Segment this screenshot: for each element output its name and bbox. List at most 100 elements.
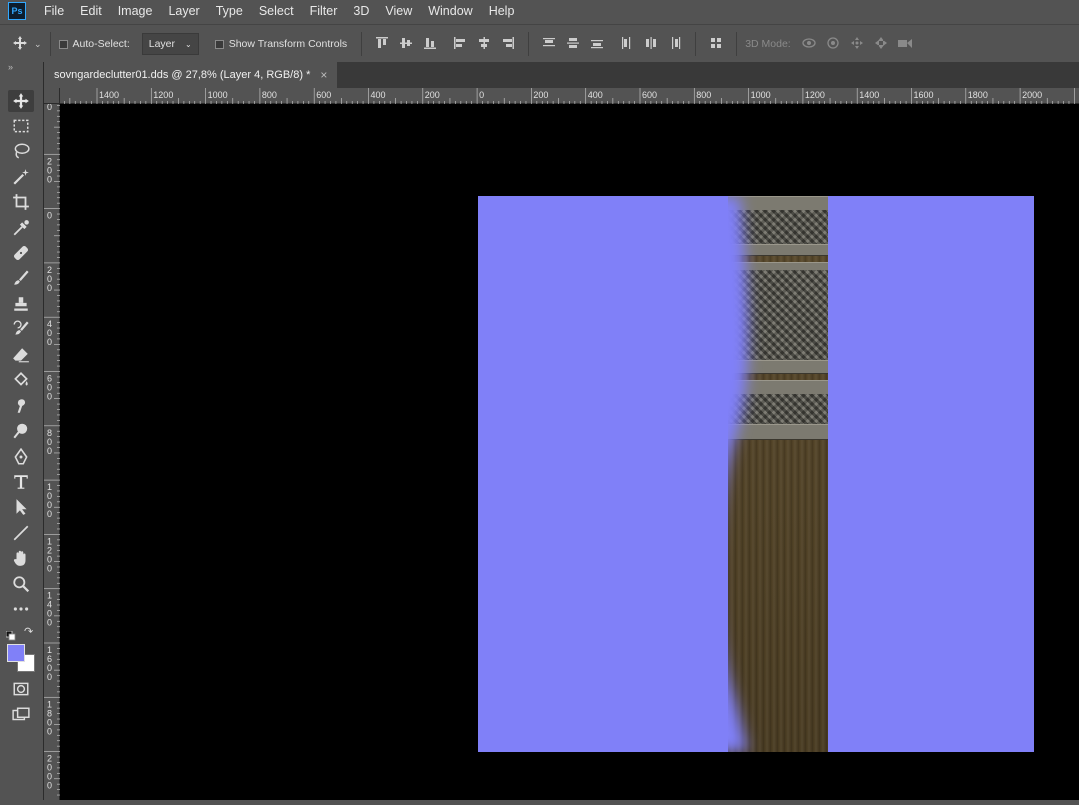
show-transform-checkbox[interactable] — [214, 39, 224, 49]
menu-bar: Ps File Edit Image Layer Type Select Fil… — [0, 0, 1079, 22]
align-top-icon[interactable] — [370, 36, 394, 53]
eraser-tool-icon[interactable] — [8, 344, 34, 366]
distribute-bottom-icon[interactable] — [585, 36, 609, 53]
chevron-down-icon[interactable]: ⌄ — [34, 39, 42, 50]
auto-select-value: Layer — [148, 38, 176, 50]
menu-image[interactable]: Image — [110, 0, 161, 22]
lasso-tool-icon[interactable] — [8, 140, 34, 162]
ruler-label: 1000 — [208, 90, 228, 100]
auto-select-dropdown[interactable]: Layer ⌄ — [141, 33, 199, 55]
3d-mode-label: 3D Mode: — [745, 38, 791, 50]
crop-tool-icon[interactable] — [8, 191, 34, 213]
ruler-label: 1400 — [47, 591, 52, 628]
canvas-area[interactable] — [60, 104, 1079, 800]
swap-colors-icon[interactable]: ↷ — [24, 625, 33, 638]
ruler-label: 1600 — [914, 90, 934, 100]
type-tool-icon[interactable] — [8, 471, 34, 493]
align-bottom-icon[interactable] — [418, 36, 442, 53]
ruler-label: 400 — [47, 319, 52, 347]
ruler-label: 400 — [371, 90, 386, 100]
history-brush-tool-icon[interactable] — [8, 318, 34, 340]
hand-tool-icon[interactable] — [8, 547, 34, 569]
distribute-horizontal-center-icon[interactable] — [639, 36, 663, 53]
dodge-tool-icon[interactable] — [8, 420, 34, 442]
line-tool-icon[interactable] — [8, 522, 34, 544]
menu-window[interactable]: Window — [420, 0, 480, 22]
move-tool-icon[interactable] — [8, 90, 34, 112]
brush-tool-icon[interactable] — [8, 267, 34, 289]
menu-filter[interactable]: Filter — [302, 0, 346, 22]
move-tool-preset-icon[interactable] — [8, 35, 32, 54]
auto-select-checkbox[interactable] — [58, 39, 68, 49]
zoom-tool-icon[interactable] — [8, 573, 34, 595]
ruler-label: 1200 — [805, 90, 825, 100]
pan-3d-icon[interactable] — [845, 36, 869, 53]
collapse-panel-icon[interactable]: » — [8, 62, 13, 72]
roll-3d-icon[interactable] — [821, 36, 845, 53]
quick-mask-icon[interactable] — [8, 678, 34, 700]
scale-3d-icon[interactable] — [893, 36, 917, 52]
ruler-label: 0 — [47, 104, 52, 112]
ruler-label: 800 — [696, 90, 711, 100]
ruler-label: 0 — [47, 211, 52, 221]
photoshop-logo-icon[interactable]: Ps — [8, 2, 26, 20]
default-colors-icon[interactable] — [5, 628, 16, 641]
show-transform-label: Show Transform Controls — [228, 38, 348, 50]
clone-stamp-tool-icon[interactable] — [8, 293, 34, 315]
menu-edit[interactable]: Edit — [72, 0, 110, 22]
auto-align-layers-icon[interactable] — [704, 36, 728, 53]
more-tools-icon[interactable] — [8, 598, 34, 620]
menu-select[interactable]: Select — [251, 0, 302, 22]
distribute-vertical-center-icon[interactable] — [561, 36, 585, 53]
ruler-label: 1800 — [47, 699, 52, 736]
divider — [736, 32, 738, 56]
document-tab[interactable]: sovngardeclutter01.dds @ 27,8% (Layer 4,… — [44, 62, 338, 88]
ruler-label: 2000 — [47, 754, 52, 791]
align-left-icon[interactable] — [448, 36, 472, 53]
ruler-label: 200 — [533, 90, 548, 100]
ruler-label: 200 — [425, 90, 440, 100]
menu-file[interactable]: File — [36, 0, 72, 22]
ruler-label: 1800 — [968, 90, 988, 100]
distribute-top-icon[interactable] — [537, 36, 561, 53]
slide-3d-icon[interactable] — [869, 36, 893, 53]
eyedropper-tool-icon[interactable] — [8, 217, 34, 239]
ruler-label: 1200 — [47, 536, 52, 573]
ruler-label: 1200 — [153, 90, 173, 100]
align-vertical-center-icon[interactable] — [394, 36, 418, 53]
close-icon[interactable]: × — [320, 68, 327, 82]
path-selection-tool-icon[interactable] — [8, 496, 34, 518]
menu-help[interactable]: Help — [481, 0, 523, 22]
vertical-ruler[interactable]: 0200020040060080010001200140016001800200… — [44, 102, 60, 800]
pen-tool-icon[interactable] — [8, 446, 34, 468]
ruler-origin[interactable] — [44, 88, 60, 104]
document-tab-bar: sovngardeclutter01.dds @ 27,8% (Layer 4,… — [44, 62, 1079, 88]
auto-select-label: Auto-Select: — [72, 38, 130, 50]
magic-wand-tool-icon[interactable] — [8, 166, 34, 188]
distribute-left-icon[interactable] — [615, 36, 639, 53]
marquee-tool-icon[interactable] — [8, 115, 34, 137]
orbit-3d-icon[interactable] — [797, 36, 821, 53]
document-canvas[interactable] — [478, 196, 1034, 752]
ruler-label: 0 — [479, 90, 484, 100]
distribute-right-icon[interactable] — [663, 36, 687, 53]
foreground-color-swatch[interactable] — [7, 644, 25, 662]
divider — [695, 32, 697, 56]
ruler-label: 1000 — [47, 482, 52, 519]
screen-mode-icon[interactable] — [8, 704, 34, 726]
tools-panel: » ↷ — [0, 62, 44, 800]
menu-3d[interactable]: 3D — [345, 0, 377, 22]
smudge-tool-icon[interactable] — [8, 395, 34, 417]
paint-bucket-tool-icon[interactable] — [8, 369, 34, 391]
menu-type[interactable]: Type — [208, 0, 251, 22]
align-horizontal-center-icon[interactable] — [472, 36, 496, 53]
ruler-label: 1000 — [751, 90, 771, 100]
horizontal-ruler[interactable]: 1400 1200 1000 800 600 400 200 0 200 400 600 800 100… — [60, 88, 1079, 104]
texture-soft-edge — [728, 196, 749, 752]
ruler-label: 600 — [316, 90, 331, 100]
align-right-icon[interactable] — [496, 36, 520, 53]
menu-layer[interactable]: Layer — [160, 0, 207, 22]
healing-brush-tool-icon[interactable] — [8, 242, 34, 264]
ruler-label: 1600 — [47, 645, 52, 682]
menu-view[interactable]: View — [377, 0, 420, 22]
